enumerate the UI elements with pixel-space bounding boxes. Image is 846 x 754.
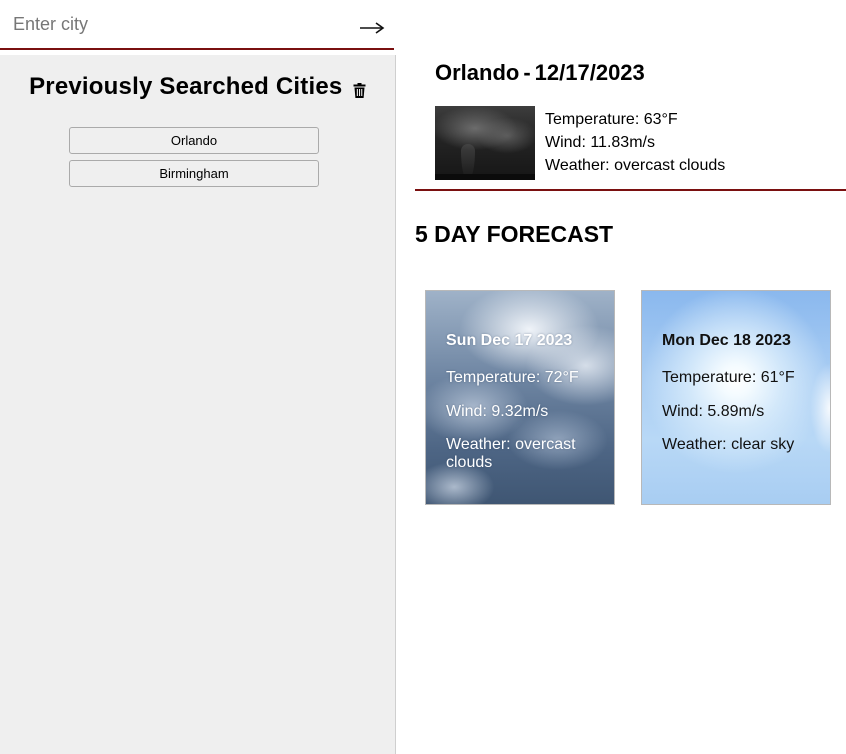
title-separator: -	[523, 60, 531, 85]
weather-dashboard: Previously Searched Cities Orlando Birmi…	[0, 0, 846, 754]
forecast-card-content: Mon Dec 18 2023 Temperature: 61°F Wind: …	[662, 331, 822, 468]
current-city-name: Orlando	[435, 60, 520, 85]
clear-history-button[interactable]	[353, 82, 366, 98]
current-temperature: Temperature: 63°F	[545, 111, 678, 128]
forecast-temperature: Temperature: 72°F	[446, 369, 579, 386]
history-city-button[interactable]: Birmingham	[69, 160, 319, 187]
search-submit-button[interactable]	[352, 8, 392, 44]
forecast-card: Sun Dec 17 2023 Temperature: 72°F Wind: …	[425, 290, 615, 505]
arrow-right-icon	[360, 22, 385, 34]
forecast-wind: Wind: 5.89m/s	[662, 403, 765, 420]
current-weather-panel: Orlando -12/17/2023 Temperature: 63°F Win…	[415, 56, 846, 191]
search-history-list: Orlando Birmingham	[69, 127, 319, 193]
current-weather-details: Temperature: 63°F Wind: 11.83m/s Weather…	[545, 108, 725, 177]
search-bar	[0, 0, 394, 50]
storm-funnel-shape	[461, 144, 475, 178]
search-history-sidebar: Previously Searched Cities Orlando Birmi…	[0, 55, 396, 754]
current-wind: Wind: 11.83m/s	[545, 134, 655, 151]
current-weather-title: Orlando -12/17/2023	[435, 60, 645, 86]
current-conditions: Weather: overcast clouds	[545, 157, 726, 174]
forecast-temperature: Temperature: 61°F	[662, 369, 795, 386]
forecast-date: Mon Dec 18 2023	[662, 332, 791, 349]
history-city-button[interactable]: Orlando	[69, 127, 319, 154]
search-history-title: Previously Searched Cities	[29, 73, 343, 100]
forecast-card: Mon Dec 18 2023 Temperature: 61°F Wind: …	[641, 290, 831, 505]
search-history-header: Previously Searched Cities	[0, 73, 395, 101]
trash-icon	[353, 82, 366, 98]
overcast-clouds-image	[435, 106, 535, 180]
forecast-date: Sun Dec 17 2023	[446, 332, 573, 349]
forecast-wind: Wind: 9.32m/s	[446, 403, 549, 420]
current-date: 12/17/2023	[534, 60, 645, 85]
city-search-input[interactable]	[0, 0, 340, 48]
forecast-conditions: Weather: clear sky	[662, 436, 795, 453]
forecast-heading: 5 DAY FORECAST	[415, 221, 614, 247]
forecast-conditions: Weather: overcast clouds	[446, 436, 576, 471]
forecast-card-content: Sun Dec 17 2023 Temperature: 72°F Wind: …	[446, 331, 606, 486]
ground-shape	[435, 174, 535, 180]
